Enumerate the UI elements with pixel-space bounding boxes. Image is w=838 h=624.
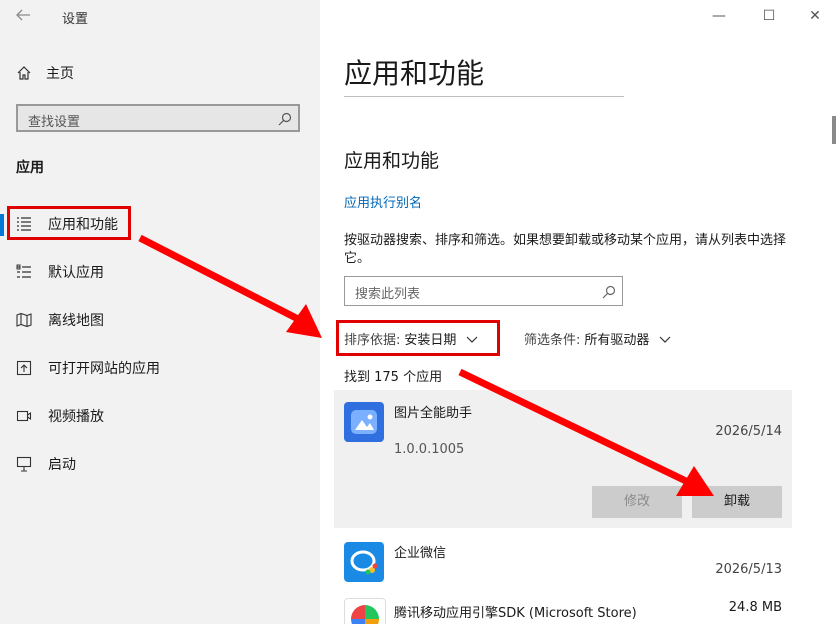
app-name: 腾讯移动应用引擎SDK (Microsoft Store) [394, 606, 637, 621]
search-icon [278, 111, 292, 126]
app-date: 2026/5/13 [715, 562, 782, 577]
photo-app-icon [344, 402, 384, 442]
apps-for-websites-icon [16, 360, 32, 376]
search-icon [602, 284, 616, 299]
sidebar-item-default-apps[interactable]: 默认应用 [0, 252, 320, 292]
sidebar-item-startup[interactable]: 启动 [0, 444, 320, 484]
list-search-placeholder: 搜索此列表 [355, 287, 421, 302]
home-label: 主页 [46, 66, 74, 82]
app-name: 企业微信 [394, 546, 447, 561]
app-date: 2026/5/14 [715, 424, 782, 439]
app-version: 1.0.0.1005 [394, 442, 465, 457]
tencent-sdk-app-icon [344, 598, 386, 624]
title-divider [344, 96, 624, 97]
back-arrow-icon[interactable] [14, 6, 34, 26]
filter-key-label: 筛选条件: [524, 333, 581, 348]
minimize-button[interactable]: — [704, 6, 734, 26]
app-size: 24.8 MB [728, 600, 782, 615]
offline-maps-icon [16, 312, 32, 328]
list-search-input[interactable]: 搜索此列表 [344, 276, 623, 306]
filter-dropdown[interactable]: 筛选条件: 所有驱动器 [524, 329, 671, 348]
default-apps-icon [16, 264, 32, 280]
list-item[interactable]: 腾讯移动应用引擎SDK (Microsoft Store) 24.8 MB [334, 590, 792, 624]
sidebar-item-label: 可打开网站的应用 [48, 361, 160, 377]
app-execution-alias-link[interactable]: 应用执行别名 [344, 192, 422, 211]
window-title: 设置 [62, 12, 89, 27]
uninstall-button[interactable]: 卸载 [692, 486, 782, 518]
section-heading: 应用和功能 [344, 150, 440, 172]
main-content: — ☐ ✕ 应用和功能 应用和功能 应用执行别名 按驱动器搜索、排序和筛选。如果… [320, 0, 838, 624]
active-indicator [0, 214, 4, 236]
app-count: 找到 175 个应用 [344, 370, 443, 385]
highlight-box-sort [336, 320, 500, 356]
description-text: 按驱动器搜索、排序和筛选。如果想要卸载或移动某个应用，请从列表中选择它。 [344, 233, 787, 266]
home-icon [16, 65, 32, 81]
video-playback-icon [16, 408, 32, 424]
settings-search-placeholder: 查找设置 [28, 115, 81, 130]
settings-search-input[interactable]: 查找设置 [16, 104, 300, 132]
sidebar-item-apps-for-websites[interactable]: 可打开网站的应用 [0, 348, 320, 388]
sidebar-item-label: 离线地图 [48, 313, 104, 329]
modify-button[interactable]: 修改 [592, 486, 682, 518]
close-button[interactable]: ✕ [800, 6, 830, 26]
section-title: 应用 [16, 160, 44, 176]
list-item[interactable]: 企业微信 2026/5/13 [334, 530, 792, 592]
page-title: 应用和功能 [344, 57, 485, 90]
list-item[interactable]: 图片全能助手 2026/5/14 1.0.0.1005 修改 卸载 [334, 390, 792, 528]
sidebar-item-label: 视频播放 [48, 409, 104, 425]
startup-icon [16, 456, 32, 472]
sidebar-item-label: 启动 [48, 457, 76, 473]
maximize-button[interactable]: ☐ [754, 6, 784, 26]
sidebar-item-video-playback[interactable]: 视频播放 [0, 396, 320, 436]
highlight-box-sidebar [7, 206, 131, 240]
sidebar: 设置 主页 查找设置 应用 应用和功能 默认应用 离线地图 可打开网站的应用 视… [0, 0, 320, 624]
chevron-down-icon [659, 333, 671, 345]
wecom-app-icon [344, 542, 384, 582]
scrollbar-thumb[interactable] [832, 116, 836, 144]
home-link[interactable]: 主页 [16, 62, 74, 84]
app-name: 图片全能助手 [394, 406, 473, 421]
sidebar-item-offline-maps[interactable]: 离线地图 [0, 300, 320, 340]
sidebar-item-label: 默认应用 [48, 265, 104, 281]
filter-value: 所有驱动器 [584, 333, 650, 348]
